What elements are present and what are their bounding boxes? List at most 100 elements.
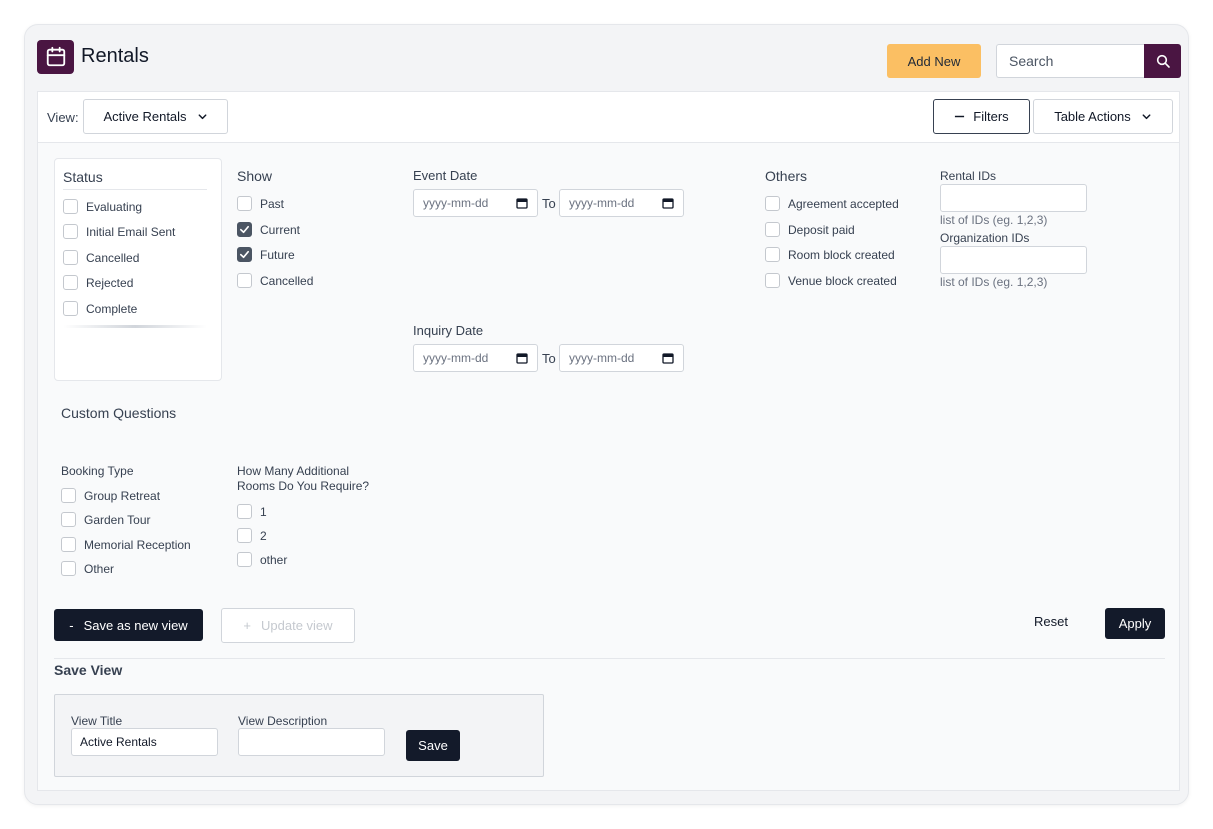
others-option[interactable]: Room block created [765,247,895,262]
view-dropdown-value: Active Rentals [103,109,187,124]
checkbox[interactable] [765,222,780,237]
rental-ids-input[interactable] [940,184,1087,212]
inquiry-date-from-input[interactable]: yyyy-mm-dd [413,344,538,372]
checkbox-label: 1 [260,504,267,519]
checkmark-icon [240,250,249,259]
view-title-label: View Title [71,714,123,728]
additional-rooms-title-line1: How Many Additional [237,464,350,478]
save-view-title: Save View [54,662,123,678]
checkbox-label: Garden Tour [84,512,151,527]
checkbox[interactable] [63,301,78,316]
date-placeholder: yyyy-mm-dd [423,351,489,365]
checkbox-label: Group Retreat [84,488,161,503]
table-actions-label: Table Actions [1054,109,1131,124]
checkbox[interactable] [61,537,76,552]
reset-button[interactable]: Reset [1034,614,1068,629]
show-option[interactable]: Current [237,222,300,237]
checkbox[interactable] [237,552,252,567]
checkbox[interactable] [63,224,78,239]
checkbox[interactable] [63,275,78,290]
search-input[interactable] [996,44,1144,78]
additional-rooms-option[interactable]: 1 [237,504,267,519]
status-option[interactable]: Cancelled [63,250,139,265]
apply-button[interactable]: Apply [1105,608,1165,639]
checkbox-label: Other [84,561,115,576]
additional-rooms-option[interactable]: 2 [237,528,267,543]
calendar-icon [516,198,528,209]
checkbox[interactable] [765,273,780,288]
divider [54,658,1165,659]
view-label: View: [47,110,79,125]
search-button[interactable] [1144,44,1181,78]
chevron-down-icon [198,114,206,120]
filters-button[interactable]: Filters [933,99,1030,134]
checkbox[interactable] [237,273,252,288]
date-placeholder: yyyy-mm-dd [569,351,635,365]
minus-icon [955,115,965,118]
view-title-input[interactable] [71,728,218,756]
event-date-to-input[interactable]: yyyy-mm-dd [559,189,684,217]
others-option[interactable]: Deposit paid [765,222,855,237]
update-view-button[interactable]: + Update view [221,608,355,643]
checkbox[interactable] [765,196,780,211]
checkbox[interactable] [61,488,76,503]
status-option[interactable]: Complete [63,301,137,316]
show-option[interactable]: Past [237,196,284,211]
checkbox-label: Future [260,247,295,262]
date-to-label: To [542,196,556,211]
checkbox-label: 2 [260,528,267,543]
add-new-button[interactable]: Add New [887,44,981,78]
update-view-label: Update view [261,618,333,633]
checkbox[interactable] [765,247,780,262]
others-option[interactable]: Venue block created [765,273,897,288]
booking-type-option[interactable]: Group Retreat [61,488,160,503]
checkbox-checked[interactable] [237,247,252,262]
organization-ids-input[interactable] [940,246,1087,274]
save-as-new-view-button[interactable]: - Save as new view [54,609,203,641]
checkbox-label: Cancelled [260,273,314,288]
checkbox[interactable] [61,512,76,527]
checkbox[interactable] [237,196,252,211]
view-dropdown[interactable]: Active Rentals [83,99,228,134]
status-option[interactable]: Evaluating [63,199,142,214]
view-description-input[interactable] [238,728,385,756]
inquiry-date-to-input[interactable]: yyyy-mm-dd [559,344,684,372]
checkbox[interactable] [237,528,252,543]
custom-questions-title: Custom Questions [61,405,177,421]
checkbox-label: Memorial Reception [84,537,191,552]
calendar-icon [662,353,674,364]
save-as-new-view-label: Save as new view [83,617,188,633]
calendar-icon [37,40,74,74]
booking-type-title: Booking Type [61,464,134,478]
minus-icon: - [69,617,74,633]
checkbox[interactable] [63,199,78,214]
save-view-form: View Title View Description Save [54,694,544,777]
checkbox[interactable] [237,504,252,519]
checkbox-label: Rejected [86,275,134,290]
view-toolbar: View: Active Rentals Filters Table Actio… [38,92,1179,143]
status-option[interactable]: Rejected [63,275,133,290]
save-view-button[interactable]: Save [406,730,460,761]
date-to-label: To [542,351,556,366]
checkbox-label: Initial Email Sent [86,224,176,239]
rental-ids-label: Rental IDs [940,169,997,183]
others-option[interactable]: Agreement accepted [765,196,899,211]
page-title: Rentals [81,45,149,67]
status-option[interactable]: Initial Email Sent [63,224,175,239]
divider [63,189,207,190]
booking-type-option[interactable]: Garden Tour [61,512,151,527]
calendar-icon [662,198,674,209]
show-option[interactable]: Cancelled [237,273,313,288]
event-date-from-input[interactable]: yyyy-mm-dd [413,189,538,217]
booking-type-option[interactable]: Other [61,561,114,576]
rental-ids-hint: list of IDs (eg. 1,2,3) [940,213,1048,227]
booking-type-option[interactable]: Memorial Reception [61,537,191,552]
checkbox-checked[interactable] [237,222,252,237]
checkbox[interactable] [61,561,76,576]
additional-rooms-option[interactable]: other [237,552,287,567]
table-actions-dropdown[interactable]: Table Actions [1033,99,1173,134]
date-placeholder: yyyy-mm-dd [569,196,635,210]
show-option[interactable]: Future [237,247,295,262]
checkbox[interactable] [63,250,78,265]
checkbox-label: Agreement accepted [788,196,899,211]
